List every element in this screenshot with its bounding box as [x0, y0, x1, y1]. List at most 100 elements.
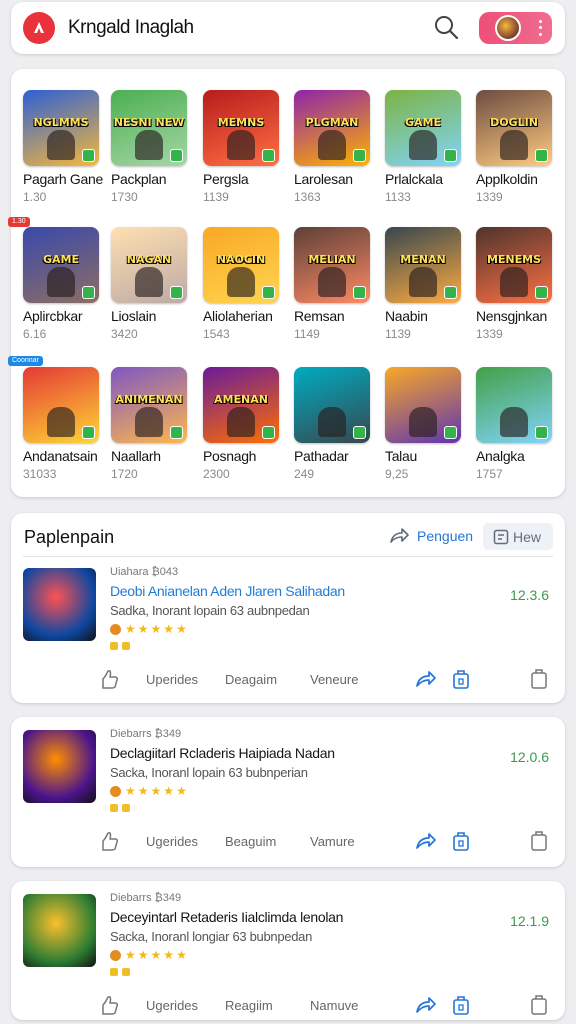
game-tile[interactable]: PLGMAN Larolesan 1363 [294, 90, 376, 220]
verified-badge-icon [535, 286, 548, 299]
mini-badges [110, 804, 130, 812]
game-name: Naallarh [111, 448, 161, 464]
game-thumbnail[interactable]: DOGLIN [476, 90, 552, 166]
game-thumbnail[interactable] [385, 367, 461, 443]
game-thumbnail[interactable]: NESNI NEW [111, 90, 187, 166]
entry-actions: Ugerides Beaguim Vamure [11, 830, 565, 854]
entry-title[interactable]: Deceyintarl Retaderis Iialclimda lenolan [110, 909, 343, 925]
bag-icon[interactable] [529, 668, 549, 690]
share-icon[interactable] [415, 994, 437, 1016]
action-button-1[interactable]: Ugerides [146, 830, 198, 852]
game-count: 31033 [23, 467, 57, 481]
game-tile[interactable]: DOGLIN Applkoldin 1339 [476, 90, 558, 220]
action-button-2[interactable]: Reagiim [225, 994, 273, 1016]
game-thumbnail[interactable]: MENEMS [476, 227, 552, 303]
verified-badge-icon [444, 149, 457, 162]
search-icon[interactable] [432, 13, 460, 41]
character-figure [227, 130, 255, 160]
action-button-1[interactable]: Ugerides [146, 994, 198, 1016]
game-tile[interactable]: ANIMENAN Naallarh 1720 [111, 367, 193, 497]
entry-meta: Diebarrs ₿349 [110, 892, 182, 904]
thumbnail-caption: MENAN [400, 253, 446, 266]
game-thumbnail[interactable]: MELIAN [294, 227, 370, 303]
action-button-2[interactable]: Deagaim [225, 668, 277, 690]
game-tile[interactable]: Andanatsain 31033 [23, 367, 105, 497]
game-tile[interactable]: Pathadar 249 [294, 367, 376, 497]
app-entry[interactable]: Diebarrs ₿349 Declagiitarl Rcladeris Haip… [11, 728, 565, 860]
entry-title[interactable]: Declagiitarl Rcladeris Haipiada Nadan [110, 745, 335, 761]
game-tile[interactable]: MENAN Naabin 1139 [385, 227, 467, 357]
game-thumbnail[interactable] [294, 367, 370, 443]
game-tile[interactable]: GAME Aplircbkar 6.16 [23, 227, 105, 357]
game-thumbnail[interactable] [23, 367, 99, 443]
share-icon[interactable] [415, 668, 437, 690]
game-name: Analgka [476, 448, 525, 464]
verified-badge-icon [535, 426, 548, 439]
game-grid: NGLMMS Pagarh Gane 1.30 NESNI NEW Packplan 17… [11, 69, 565, 497]
game-tile[interactable]: AMENAN Posnagh 2300 [203, 367, 285, 497]
game-count: 1139 [385, 327, 411, 341]
game-tile[interactable]: MELIAN Remsan 1149 [294, 227, 376, 357]
entry-title[interactable]: Deobi Anianelan Aden Jlaren Salihadan [110, 583, 345, 599]
avatar[interactable] [495, 15, 521, 41]
thumbnail-caption: MENEMS [486, 253, 542, 266]
game-thumbnail[interactable]: AMENAN [203, 367, 279, 443]
like-icon[interactable] [99, 994, 121, 1016]
lock-icon[interactable] [451, 668, 471, 690]
game-thumbnail[interactable]: GAME [23, 227, 99, 303]
star-icon: ★ [163, 784, 175, 798]
game-thumbnail[interactable]: NGLMMS [23, 90, 99, 166]
profile-menu-button[interactable] [479, 12, 552, 44]
lock-icon[interactable] [451, 830, 471, 852]
star-icon: ★ [150, 784, 162, 798]
game-tile[interactable]: Analgka 1757 [476, 367, 558, 497]
game-thumbnail[interactable]: GAME [385, 90, 461, 166]
action-button-3[interactable]: Namuve [310, 994, 358, 1016]
game-tile[interactable]: NAGAN Lioslain 3420 [111, 227, 193, 357]
thumbnail-caption: NESNI NEW [113, 116, 185, 129]
thumbnail-caption: NGLMMS [33, 116, 89, 129]
thumbnail-caption: GAME [404, 116, 441, 129]
entry-actions: Uperides Deagaim Veneure [11, 668, 565, 692]
app-icon[interactable] [23, 568, 96, 641]
game-tile[interactable]: NESNI NEW Packplan 1730 [111, 90, 193, 220]
game-thumbnail[interactable]: MENAN [385, 227, 461, 303]
app-icon[interactable] [23, 894, 96, 967]
action-button-3[interactable]: Vamure [310, 830, 355, 852]
star-icon: ★ [125, 784, 136, 798]
bag-icon[interactable] [529, 830, 549, 852]
game-thumbnail[interactable]: MEMNS [203, 90, 279, 166]
action-button-2[interactable]: Beaguim [225, 830, 276, 852]
like-icon[interactable] [99, 668, 121, 690]
game-name: Remsan [294, 308, 345, 324]
app-entry[interactable]: Diebarrs ₿349 Deceyintarl Retaderis Iialc… [11, 892, 565, 1024]
game-tile[interactable]: Talau 9,25 [385, 367, 467, 497]
game-tile[interactable]: MENEMS Nensgjnkan 1339 [476, 227, 558, 357]
game-thumbnail[interactable]: PLGMAN [294, 90, 370, 166]
rating-stars: ★ ★ ★ ★ ★ [110, 623, 187, 635]
game-name: Aliolaherian [203, 308, 273, 324]
bag-icon[interactable] [529, 994, 549, 1016]
game-tile[interactable]: NAOCIN Aliolaherian 1543 [203, 227, 285, 357]
game-tile[interactable]: GAME Prlalckala 1133 [385, 90, 467, 220]
top-bar: Krngald Inaglah [11, 2, 565, 54]
app-icon[interactable] [23, 730, 96, 803]
action-button-3[interactable]: Veneure [310, 668, 358, 690]
more-vertical-icon[interactable] [535, 18, 545, 38]
game-thumbnail[interactable] [476, 367, 552, 443]
game-thumbnail[interactable]: NAOCIN [203, 227, 279, 303]
share-icon[interactable] [415, 830, 437, 852]
lock-icon[interactable] [451, 994, 471, 1016]
like-icon[interactable] [99, 830, 121, 852]
action-button-1[interactable]: Uperides [146, 668, 198, 690]
game-name: Packplan [111, 171, 167, 187]
app-entry[interactable]: Uiahara ₿043 Deobi Anianelan Aden Jlaren … [11, 566, 565, 698]
entry-meta: Uiahara ₿043 [110, 566, 179, 578]
star-icon: ★ [125, 948, 136, 962]
game-tile[interactable]: MEMNS Pergsla 1139 [203, 90, 285, 220]
game-thumbnail[interactable]: ANIMENAN [111, 367, 187, 443]
medal-icon [110, 785, 121, 797]
game-thumbnail[interactable]: NAGAN [111, 227, 187, 303]
game-tile[interactable]: NGLMMS Pagarh Gane 1.30 [23, 90, 105, 220]
app-logo[interactable] [23, 12, 55, 44]
